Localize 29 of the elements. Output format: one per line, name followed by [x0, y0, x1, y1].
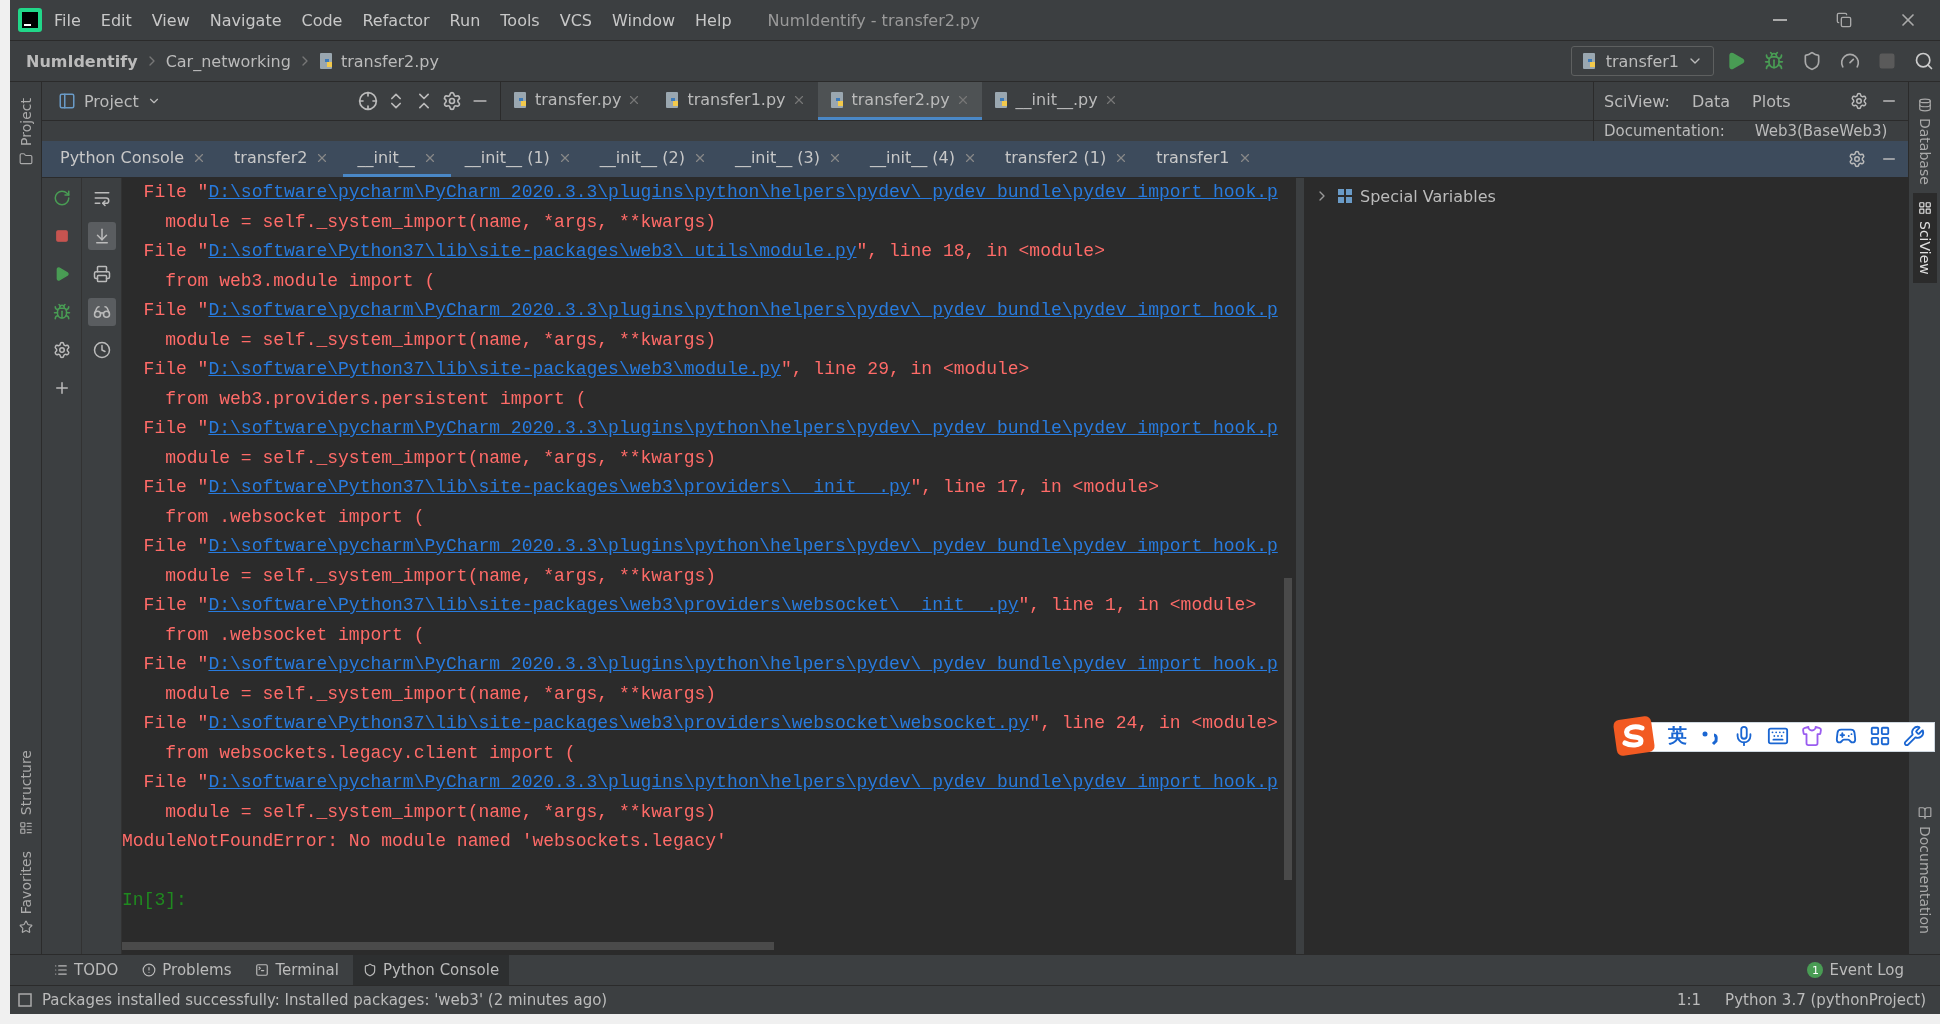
documentation-label: Documentation:: [1604, 122, 1725, 140]
traceback-line: File "D:\software\pycharm\PyCharm 2020.3.3\plugins\python\helpers\pydev\_pydev_bundle\pydev_import_hook.p: [142, 417, 1279, 440]
code-line: module = self._system_import(name, *args, **kwargs): [164, 800, 718, 824]
traceback-line: File "D:\software\Python37\lib\site-packages\web3\providers\websocket\websocket.py", line 24, in <module>: [142, 712, 1279, 735]
window-title: NumIdentify - transfer2.py: [767, 10, 980, 30]
code-line: from .websocket import (: [164, 623, 426, 647]
code-line: from websockets.legacy.client import (: [164, 741, 577, 765]
traceback-line: File "D:\software\pycharm\PyCharm 2020.3.3\plugins\python\helpers\pydev\_pydev_bundle\pydev_import_hook.p: [142, 653, 1279, 676]
traceback-line: File "D:\software\Python37\lib\site-packages\web3\module.py", line 29, in <module>: [142, 358, 1031, 381]
notification-badge: 1: [1807, 962, 1824, 978]
code-line: from web3.providers.persistent import (: [164, 387, 588, 411]
error-message: ModuleNotFoundError: No module named 'websockets.legacy': [122, 830, 728, 853]
sciview-label: SciView:: [1604, 91, 1670, 111]
code-line: module = self._system_import(name, *args, **kwargs): [164, 564, 718, 588]
traceback-line: File "D:\software\pycharm\PyCharm 2020.3.3\plugins\python\helpers\pydev\_pydev_bundle\pydev_import_hook.p: [142, 299, 1279, 322]
code-line: module = self._system_import(name, *args, **kwargs): [164, 328, 718, 352]
code-line: from web3.module import (: [164, 269, 437, 293]
traceback-line: File "D:\software\pycharm\PyCharm 2020.3.3\plugins\python\helpers\pydev\_pydev_bundle\pydev_import_hook.p: [142, 535, 1279, 558]
traceback-line: File "D:\software\Python37\lib\site-packages\web3\providers\websocket\__init__.py", line 1, in <module>: [142, 594, 1258, 617]
code-line: module = self._system_import(name, *args, **kwargs): [164, 446, 718, 470]
traceback-line: File "D:\software\Python37\lib\site-packages\web3\_utils\module.py", line 18, in <module>: [142, 240, 1106, 263]
traceback-line: File "D:\software\pycharm\PyCharm 2020.3.3\plugins\python\helpers\pydev\_pydev_bundle\pydev_import_hook.p: [142, 181, 1279, 204]
traceback-line: File "D:\software\pycharm\PyCharm 2020.3.3\plugins\python\helpers\pydev\_pydev_bundle\pydev_import_hook.p: [142, 771, 1279, 794]
traceback-line: File "D:\software\Python37\lib\site-packages\web3\providers\__init__.py", line 17, in <module>: [142, 476, 1160, 499]
code-line: module = self._system_import(name, *args, **kwargs): [164, 210, 718, 234]
code-line: from .websocket import (: [164, 505, 426, 529]
status-message: Packages installed successfully: Installed packages: 'web3' (2 minutes ago): [42, 991, 608, 1009]
code-line: module = self._system_import(name, *args, **kwargs): [164, 682, 718, 706]
documentation-value: Web3(BaseWeb3): [1754, 122, 1888, 140]
